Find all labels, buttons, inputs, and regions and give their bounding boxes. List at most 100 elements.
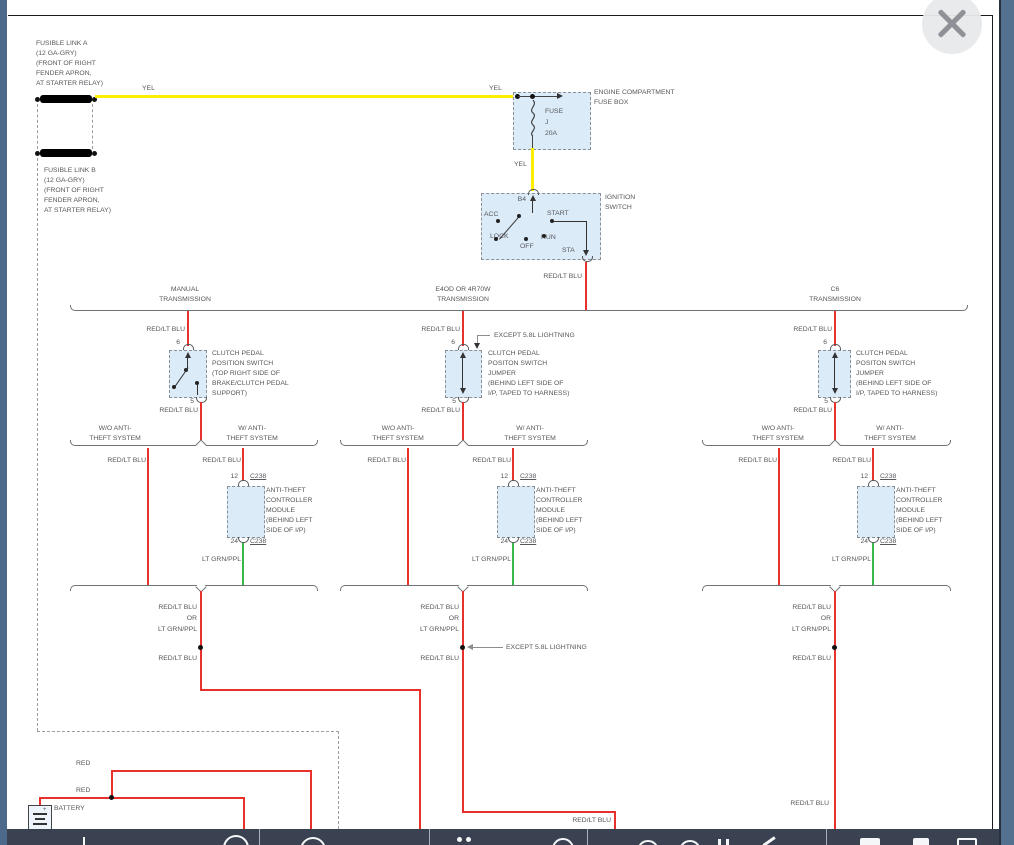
dashed-wire [338, 731, 339, 829]
callout-line [477, 335, 478, 343]
toolbar-separator [826, 829, 827, 845]
jumper-line [834, 356, 835, 391]
ignition-pos-off: OFF [520, 242, 534, 252]
bracket-curl [702, 585, 708, 591]
wire-red-wo [407, 448, 409, 585]
toolbar-separator [587, 829, 588, 845]
wire-red-battery-1 [111, 770, 312, 772]
w-antitheft-label: W/ ANTI- THEFT SYSTEM [212, 424, 292, 444]
jumper-line [462, 356, 463, 391]
arrow-up [460, 352, 466, 358]
bracket-curl [312, 585, 318, 591]
plus-icon[interactable] [83, 837, 85, 845]
pin-label: 6 [425, 338, 455, 348]
wire-color-label: LT GRN/PPL [441, 555, 511, 565]
left-panel-edge [0, 0, 7, 845]
pin-label: 24 [208, 537, 238, 547]
junction-dot [832, 645, 837, 650]
close-button[interactable] [922, 0, 982, 54]
battery-symbol: + [28, 805, 52, 831]
antitheft-module-box-1 [227, 486, 265, 538]
document-icon[interactable] [957, 838, 977, 845]
wo-antitheft-label: W/O ANTI- THEFT SYSTEM [75, 424, 155, 444]
junction-dot [198, 645, 203, 650]
component-label-3: CLUTCH PEDAL POSITON SWITCH JUMPER (BEHI… [856, 349, 937, 399]
wire-yellow-ignition [531, 148, 534, 191]
bus-end-curl [70, 305, 76, 311]
wire-color-label: RED/LT BLU [769, 799, 829, 809]
pin-label: 12 [478, 472, 508, 482]
share-icon[interactable] [763, 836, 776, 845]
wire-red [462, 311, 464, 346]
connector-arc-sta [582, 256, 593, 262]
wire-color-label: RED/LT BLU [181, 456, 241, 466]
battery-label: BATTERY [54, 804, 85, 814]
connector-label: C238 [520, 537, 536, 547]
circle-tool-icon-1[interactable] [223, 835, 249, 845]
wire-red-elbow [462, 811, 616, 813]
branch-title-c6: C6 TRANSMISSION [785, 285, 885, 305]
antitheft-module-label: ANTI-THEFT CONTROLLER MODULE (BEHIND LEF… [266, 486, 312, 536]
wire-color-label: RED [76, 759, 90, 769]
bracket-curl [945, 440, 951, 446]
wire-color-label: RED/LT BLU [399, 654, 459, 664]
page-border [8, 15, 993, 16]
battery-plate [35, 818, 45, 820]
wire-color-label: RED [76, 786, 90, 796]
wire-red-elbow [200, 689, 421, 691]
wire-color-label: RED/LT BLU OR LT GRN/PPL [389, 602, 459, 635]
wire-color-label: RED/LT BLU [138, 406, 198, 416]
wire-color-label: YEL [514, 160, 527, 170]
antitheft-module-box-3 [857, 486, 895, 538]
wire-yellow-feed [95, 95, 519, 98]
bracket-curl [340, 440, 346, 446]
right-panel-edge[interactable] [999, 0, 1014, 845]
wire-red-wo [147, 448, 149, 585]
bracket-curl [582, 440, 588, 446]
ignition-switch-title: IGNITION SWITCH [605, 193, 635, 213]
except-lightning-label: EXCEPT 5.8L LIGHTNING [506, 643, 587, 653]
redo-icon[interactable] [552, 838, 574, 845]
wire-color-label: RED/LT BLU [772, 325, 832, 335]
toolbar-separator [259, 829, 260, 845]
bottom-toolbar [7, 829, 999, 845]
page-border [992, 15, 993, 829]
arrow-down [832, 388, 838, 394]
junction-dot [460, 645, 465, 650]
dots-icon[interactable] [457, 837, 462, 842]
bracket-curl [70, 440, 76, 446]
fuse-lead [532, 136, 533, 148]
dashed-wire [37, 104, 38, 149]
dashed-wire [92, 104, 93, 149]
grid-icon[interactable] [726, 839, 729, 845]
zoom-out-icon[interactable] [637, 840, 659, 845]
junction-dot [35, 97, 40, 102]
wire-color-label: RED/LT BLU [771, 654, 831, 664]
zoom-in-icon[interactable] [679, 840, 701, 845]
circle-tool-icon-2[interactable] [300, 837, 326, 845]
connector-label: C238 [250, 537, 266, 547]
contact-dot [496, 219, 500, 223]
contact-dot [172, 385, 176, 389]
wire-green [872, 543, 874, 585]
grid-icon[interactable] [718, 839, 721, 845]
wire-red-down [419, 689, 421, 829]
wire-color-label: LT GRN/PPL [801, 555, 871, 565]
bracket-peak [195, 439, 206, 450]
bracket-curl [70, 585, 76, 591]
arrow-up [530, 195, 536, 201]
wire-red-down [243, 797, 245, 829]
fuse-rating-label: FUSE J 20A [545, 106, 563, 139]
junction-dot [530, 94, 535, 99]
wire-color-label: RED/LT BLU OR LT GRN/PPL [127, 602, 197, 635]
diagram-viewer-screen: FUSIBLE LINK A (12 GA-GRY) (FRONT OF RIG… [0, 0, 1014, 845]
pin-label: 24 [478, 537, 508, 547]
contact-dot [517, 214, 521, 218]
square-tool-icon-1[interactable] [860, 838, 880, 845]
pin-label: 6 [797, 338, 827, 348]
ignition-pos-sta: STA [562, 246, 575, 256]
dots-icon[interactable] [466, 837, 471, 842]
wire-green [242, 543, 244, 585]
square-tool-icon-2[interactable] [913, 838, 929, 845]
fusible-link-b-label: FUSIBLE LINK B (12 GA-GRY) (FRONT OF RIG… [44, 166, 111, 216]
